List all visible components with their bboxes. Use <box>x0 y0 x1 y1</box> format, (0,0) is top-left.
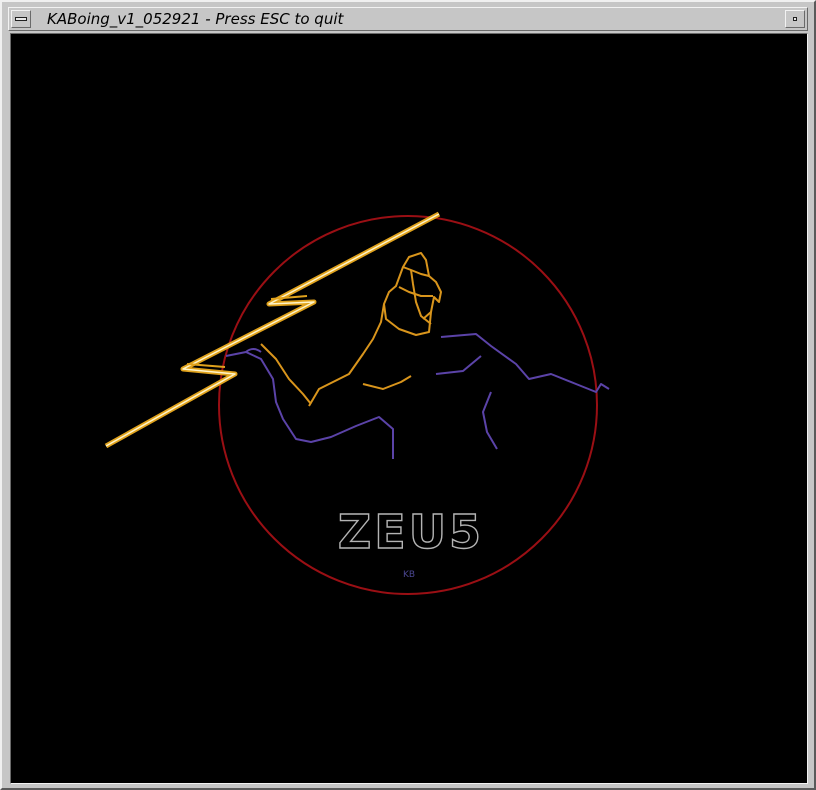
render-canvas[interactable]: ZEU5 KB <box>10 33 808 784</box>
signature-label: KB <box>403 570 416 580</box>
zeus-helmet-outline <box>260 252 442 407</box>
minimize-icon <box>793 17 797 21</box>
app-window: KABoing_v1_052921 - Press ESC to quit ZE… <box>0 0 816 790</box>
wordmark-text: ZEU5 <box>338 505 484 559</box>
lightning-bolt <box>104 211 441 449</box>
title-bar[interactable]: KABoing_v1_052921 - Press ESC to quit <box>8 7 808 31</box>
minimize-button[interactable] <box>785 10 805 28</box>
window-menu-button[interactable] <box>11 10 31 28</box>
window-menu-icon <box>15 17 27 21</box>
window-title: KABoing_v1_052921 - Press ESC to quit <box>47 10 344 28</box>
zeus-artwork: ZEU5 <box>104 211 610 595</box>
zeus-body-outline <box>225 333 610 459</box>
